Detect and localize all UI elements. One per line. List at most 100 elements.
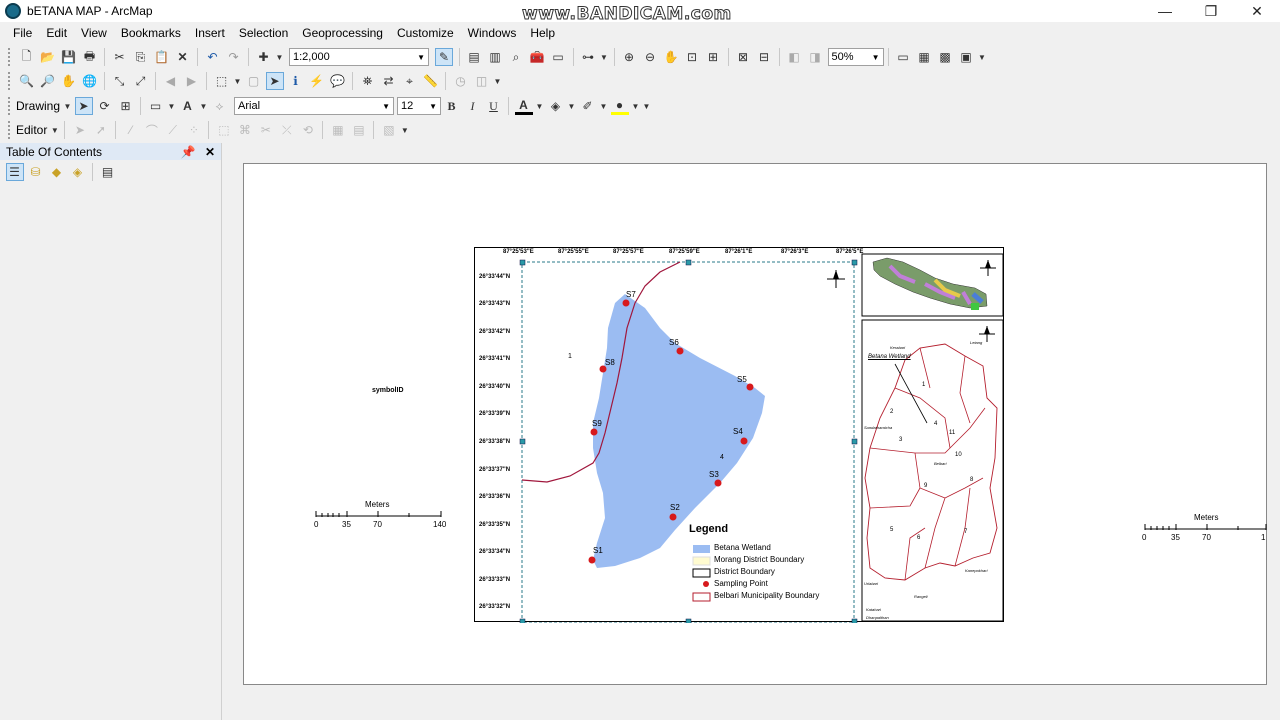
copy-icon[interactable]: ⎘	[132, 48, 150, 66]
paste-icon[interactable]: 📋	[153, 48, 171, 66]
identify-icon[interactable]: ℹ	[287, 72, 305, 90]
italic-button[interactable]: I	[464, 97, 482, 115]
fixed-zoom-out-icon[interactable]: ⊟	[755, 48, 773, 66]
line-color-icon[interactable]: ✐	[579, 97, 597, 115]
scale-bar-left[interactable]: Meters 0 35 70 140	[312, 500, 452, 532]
arctoolbox-icon[interactable]: 🧰	[528, 48, 546, 66]
selection-handle[interactable]	[851, 438, 858, 445]
zoom-in-icon[interactable]: 🔍	[18, 72, 36, 90]
tools-options-dropdown-icon[interactable]: ▼	[494, 72, 502, 90]
point-icon[interactable]: ⁘	[185, 121, 203, 139]
go-forward-extent-icon[interactable]: ◨	[806, 48, 824, 66]
menu-file[interactable]: File	[6, 26, 39, 40]
trace-icon[interactable]: ⟋	[164, 121, 182, 139]
layout-options-dropdown-icon[interactable]: ▼	[978, 48, 986, 66]
list-by-selection-icon[interactable]: ◈	[69, 163, 87, 181]
text-tool-icon[interactable]: A	[179, 97, 197, 115]
select-features-icon[interactable]: ⬚	[213, 72, 231, 90]
python-window-icon[interactable]: ▭	[549, 48, 567, 66]
north-arrow-icon[interactable]	[827, 270, 845, 288]
sampling-point-s1[interactable]	[588, 556, 596, 564]
straight-segment-icon[interactable]: ⁄	[122, 121, 140, 139]
list-by-drawing-order-icon[interactable]: ☰	[5, 163, 24, 181]
maximize-button[interactable]: ❐	[1188, 0, 1234, 22]
menu-selection[interactable]: Selection	[232, 26, 295, 40]
toolbar-grip[interactable]	[8, 121, 12, 139]
map-composition[interactable]: 87°25'53"E 87°25'55"E 87°25'57"E 87°25'5…	[474, 247, 1004, 623]
layout-zoom-out-icon[interactable]: ⊖	[641, 48, 659, 66]
fixed-zoom-in-map-icon[interactable]: ⤡	[111, 72, 129, 90]
draw-options-dropdown-icon[interactable]: ▼	[643, 97, 651, 115]
rectangle-icon[interactable]: ▭	[147, 97, 165, 115]
layout-pan-icon[interactable]: ✋	[662, 48, 680, 66]
save-icon[interactable]: 💾	[60, 48, 78, 66]
full-extent-icon[interactable]: 🌐	[81, 72, 99, 90]
create-features-icon[interactable]: ▧	[380, 121, 398, 139]
selection-handle[interactable]	[685, 259, 692, 266]
select-features-dropdown-icon[interactable]: ▼	[234, 72, 242, 90]
scale-bar-right[interactable]: Meters 0 35 70 1	[1140, 513, 1270, 545]
minimize-button[interactable]: —	[1142, 0, 1188, 22]
sampling-point-s2[interactable]	[669, 513, 677, 521]
find-binoculars-icon[interactable]: ⛯	[359, 72, 377, 90]
marker-color-dropdown-icon[interactable]: ▼	[632, 97, 640, 115]
menu-customize[interactable]: Customize	[390, 26, 461, 40]
font-family-combo[interactable]: Arial ▼	[234, 97, 395, 115]
reshape-icon[interactable]: ⌘	[236, 121, 254, 139]
layout-zoom-combo[interactable]: 50% ▼	[827, 48, 884, 66]
font-size-combo[interactable]: 12 ▼	[397, 97, 442, 115]
sampling-point-s5[interactable]	[746, 383, 754, 391]
edit-vertices-tool-icon[interactable]: ⬚	[215, 121, 233, 139]
edit-annotation-icon[interactable]: ➚	[92, 121, 110, 139]
add-data-dropdown-icon[interactable]: ▼	[276, 48, 284, 66]
menu-help[interactable]: Help	[523, 26, 562, 40]
find-route-icon[interactable]: ⇄	[380, 72, 398, 90]
print-icon[interactable]: 🖶	[81, 48, 99, 66]
selection-handle[interactable]	[851, 618, 858, 623]
cut-polygons-icon[interactable]: ✂	[257, 121, 275, 139]
split-icon[interactable]: ⤫	[278, 121, 296, 139]
line-color-dropdown-icon[interactable]: ▼	[600, 97, 608, 115]
toc-options-icon[interactable]: ▤	[99, 163, 117, 181]
redo-icon[interactable]: ↷	[225, 48, 243, 66]
editor-dropdown-icon[interactable]: ▼	[51, 121, 59, 139]
selection-handle[interactable]	[519, 618, 526, 623]
close-button[interactable]: ✕	[1234, 0, 1280, 22]
layout-zoom-in-icon[interactable]: ⊕	[620, 48, 638, 66]
hyperlink-icon[interactable]: ⚡	[308, 72, 326, 90]
go-back-extent-icon[interactable]: ◧	[785, 48, 803, 66]
fill-color-dropdown-icon[interactable]: ▼	[568, 97, 576, 115]
model-builder-icon[interactable]: ⊶	[579, 48, 597, 66]
list-by-source-icon[interactable]: ⛁	[27, 163, 45, 181]
drawing-menu[interactable]: Drawing	[16, 99, 60, 113]
fill-color-icon[interactable]: ◈	[547, 97, 565, 115]
add-data-icon[interactable]: ✚	[255, 48, 273, 66]
selection-handle[interactable]	[685, 618, 692, 623]
clear-selection-icon[interactable]: ▢	[245, 72, 263, 90]
marker-color-icon[interactable]: ●	[610, 97, 629, 115]
menu-view[interactable]: View	[74, 26, 114, 40]
sampling-point-s4[interactable]	[740, 437, 748, 445]
forward-arrow-icon[interactable]: ▶	[183, 72, 201, 90]
symbol-id-label[interactable]: symbolID	[372, 387, 404, 394]
go-to-xy-icon[interactable]: ⌖	[401, 72, 419, 90]
create-viewer-window-icon[interactable]: ◫	[473, 72, 491, 90]
catalog-icon[interactable]: ▥	[486, 48, 504, 66]
selection-handle[interactable]	[519, 438, 526, 445]
selection-handle[interactable]	[851, 259, 858, 266]
zoom-out-icon[interactable]: 🔎	[39, 72, 57, 90]
close-icon[interactable]: ✕	[205, 145, 215, 159]
zoom-to-selected-icon[interactable]: ⊞	[117, 97, 135, 115]
toolbar-grip[interactable]	[8, 72, 12, 90]
attributes-icon[interactable]: ▦	[329, 121, 347, 139]
select-elements-icon[interactable]: ➤	[74, 97, 93, 115]
sampling-point-s7[interactable]	[622, 299, 630, 307]
data-driven-pages-icon[interactable]: ▣	[957, 48, 975, 66]
pan-icon[interactable]: ✋	[60, 72, 78, 90]
table-of-contents-icon[interactable]: ▤	[465, 48, 483, 66]
time-slider-icon[interactable]: ◷	[452, 72, 470, 90]
fixed-zoom-out-map-icon[interactable]: ⤢	[132, 72, 150, 90]
font-color-button[interactable]: A	[514, 97, 533, 115]
rotate-feature-icon[interactable]: ⟲	[299, 121, 317, 139]
edit-tool-icon[interactable]: ➤	[71, 121, 89, 139]
